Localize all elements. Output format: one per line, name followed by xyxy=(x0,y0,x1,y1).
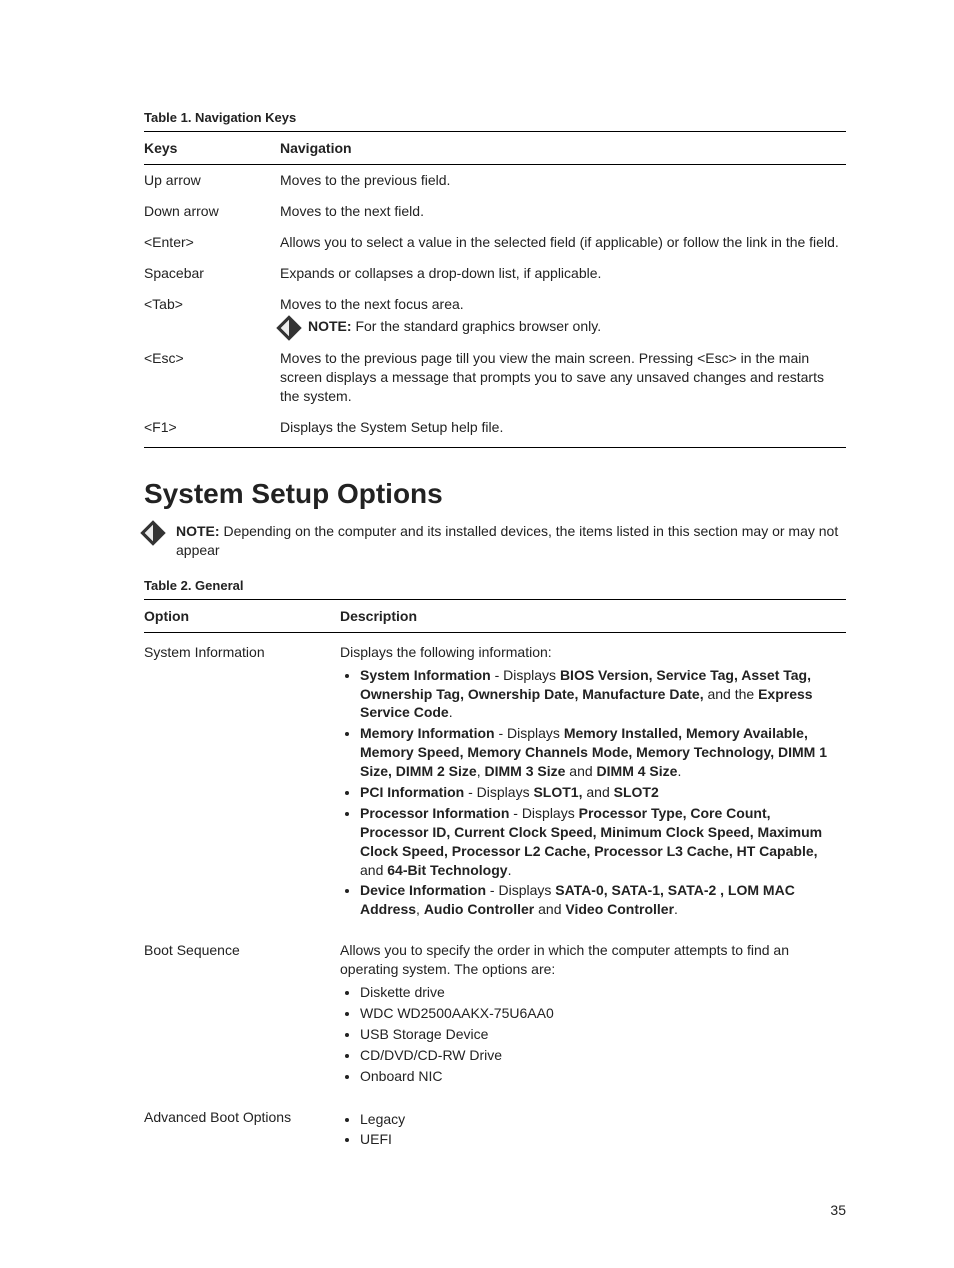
table-row: Boot Sequence Allows you to specify the … xyxy=(144,935,846,1101)
list-item: UEFI xyxy=(360,1130,840,1149)
li-mid: and xyxy=(565,763,596,779)
cell-option: Advanced Boot Options xyxy=(144,1102,340,1166)
li-lead: Processor Information xyxy=(360,805,509,821)
cell-desc: Displays the following information: Syst… xyxy=(340,632,846,935)
li-mid: - Displays xyxy=(495,725,564,741)
li-mid: - Displays xyxy=(491,667,560,683)
li-tail: . xyxy=(677,763,681,779)
note-text: NOTE: For the standard graphics browser … xyxy=(308,317,601,336)
note-label: NOTE: xyxy=(176,523,223,539)
table-row: <Tab> Moves to the next focus area. NOTE… xyxy=(144,289,846,344)
cell-key: Down arrow xyxy=(144,196,280,227)
cell-nav: Moves to the previous field. xyxy=(280,165,846,196)
li-bold: SLOT1, xyxy=(533,784,582,800)
list-item: System Information - Displays BIOS Versi… xyxy=(360,666,840,723)
li-mid: - Displays xyxy=(464,784,533,800)
section-heading: System Setup Options xyxy=(144,478,846,510)
adv-list: Legacy UEFI xyxy=(340,1110,840,1150)
li-lead: System Information xyxy=(360,667,491,683)
table-row: System Information Displays the followin… xyxy=(144,632,846,935)
table-row: Down arrow Moves to the next field. xyxy=(144,196,846,227)
cell-key: <Enter> xyxy=(144,227,280,258)
cell-nav: Displays the System Setup help file. xyxy=(280,412,846,447)
cell-key: Up arrow xyxy=(144,165,280,196)
li-mid: and xyxy=(534,901,565,917)
note-icon xyxy=(140,520,165,545)
li-tail: . xyxy=(508,862,512,878)
cell-option: Boot Sequence xyxy=(144,935,340,1101)
cell-key: <Tab> xyxy=(144,289,280,344)
page: Table 1. Navigation Keys Keys Navigation… xyxy=(0,0,954,1268)
list-item: Memory Information - Displays Memory Ins… xyxy=(360,724,840,781)
cell-nav: Moves to the next focus area. NOTE: For … xyxy=(280,289,846,344)
th-option: Option xyxy=(144,599,340,632)
note-icon xyxy=(276,316,301,341)
list-item: Onboard NIC xyxy=(360,1067,840,1086)
note-body: Depending on the computer and its instal… xyxy=(176,523,838,558)
li-bold: DIMM 3 Size xyxy=(484,763,565,779)
note-text: NOTE: Depending on the computer and its … xyxy=(176,522,846,560)
desc-intro: Allows you to specify the order in which… xyxy=(340,941,840,979)
list-item: USB Storage Device xyxy=(360,1025,840,1044)
list-item: Processor Information - Displays Process… xyxy=(360,804,840,880)
th-navigation: Navigation xyxy=(280,132,846,165)
list-item: CD/DVD/CD-RW Drive xyxy=(360,1046,840,1065)
cell-nav: Expands or collapses a drop-down list, i… xyxy=(280,258,846,289)
cell-nav: Moves to the previous page till you view… xyxy=(280,343,846,412)
cell-key: <Esc> xyxy=(144,343,280,412)
table-row: <F1> Displays the System Setup help file… xyxy=(144,412,846,447)
page-number: 35 xyxy=(830,1202,846,1218)
list-item: Device Information - Displays SATA-0, SA… xyxy=(360,881,840,919)
cell-desc: Allows you to specify the order in which… xyxy=(340,935,846,1101)
li-lead: Device Information xyxy=(360,882,486,898)
sysinfo-list: System Information - Displays BIOS Versi… xyxy=(340,666,840,920)
li-tail: . xyxy=(449,704,453,720)
table-navigation-keys: Keys Navigation Up arrow Moves to the pr… xyxy=(144,131,846,448)
cell-key: <F1> xyxy=(144,412,280,447)
li-bold: 64-Bit Technology xyxy=(387,862,507,878)
table-row: Up arrow Moves to the previous field. xyxy=(144,165,846,196)
list-item: WDC WD2500AAKX-75U6AA0 xyxy=(360,1004,840,1023)
li-bold: DIMM 4 Size xyxy=(597,763,678,779)
table1-caption: Table 1. Navigation Keys xyxy=(144,110,846,125)
desc-intro: Displays the following information: xyxy=(340,643,840,662)
cell-desc: Legacy UEFI xyxy=(340,1102,846,1166)
cell-nav: Allows you to select a value in the sele… xyxy=(280,227,846,258)
th-description: Description xyxy=(340,599,846,632)
note-body: For the standard graphics browser only. xyxy=(355,318,601,334)
li-lead: Memory Information xyxy=(360,725,495,741)
cell-nav-text: Moves to the next focus area. xyxy=(280,296,464,312)
li-lead: PCI Information xyxy=(360,784,464,800)
note-label: NOTE: xyxy=(308,318,355,334)
list-item: Legacy xyxy=(360,1110,840,1129)
cell-key: Spacebar xyxy=(144,258,280,289)
table-row: Spacebar Expands or collapses a drop-dow… xyxy=(144,258,846,289)
li-mid: and xyxy=(360,862,387,878)
table-general: Option Description System Information Di… xyxy=(144,599,846,1165)
li-bold: Audio Controller xyxy=(424,901,534,917)
li-bold: Video Controller xyxy=(565,901,674,917)
th-keys: Keys xyxy=(144,132,280,165)
li-tail: . xyxy=(674,901,678,917)
table-row: <Enter> Allows you to select a value in … xyxy=(144,227,846,258)
li-mid: , xyxy=(416,901,424,917)
cell-option: System Information xyxy=(144,632,340,935)
table-row: Advanced Boot Options Legacy UEFI xyxy=(144,1102,846,1166)
li-mid: - Displays xyxy=(486,882,555,898)
li-bold: SLOT2 xyxy=(614,784,659,800)
li-mid: and xyxy=(582,784,613,800)
section-note: NOTE: Depending on the computer and its … xyxy=(144,522,846,560)
table2-caption: Table 2. General xyxy=(144,578,846,593)
list-item: Diskette drive xyxy=(360,983,840,1002)
list-item: PCI Information - Displays SLOT1, and SL… xyxy=(360,783,840,802)
table-row: <Esc> Moves to the previous page till yo… xyxy=(144,343,846,412)
note: NOTE: For the standard graphics browser … xyxy=(280,317,840,337)
li-mid: - Displays xyxy=(509,805,578,821)
boot-list: Diskette drive WDC WD2500AAKX-75U6AA0 US… xyxy=(340,983,840,1085)
cell-nav: Moves to the next field. xyxy=(280,196,846,227)
li-mid: and the xyxy=(704,686,759,702)
